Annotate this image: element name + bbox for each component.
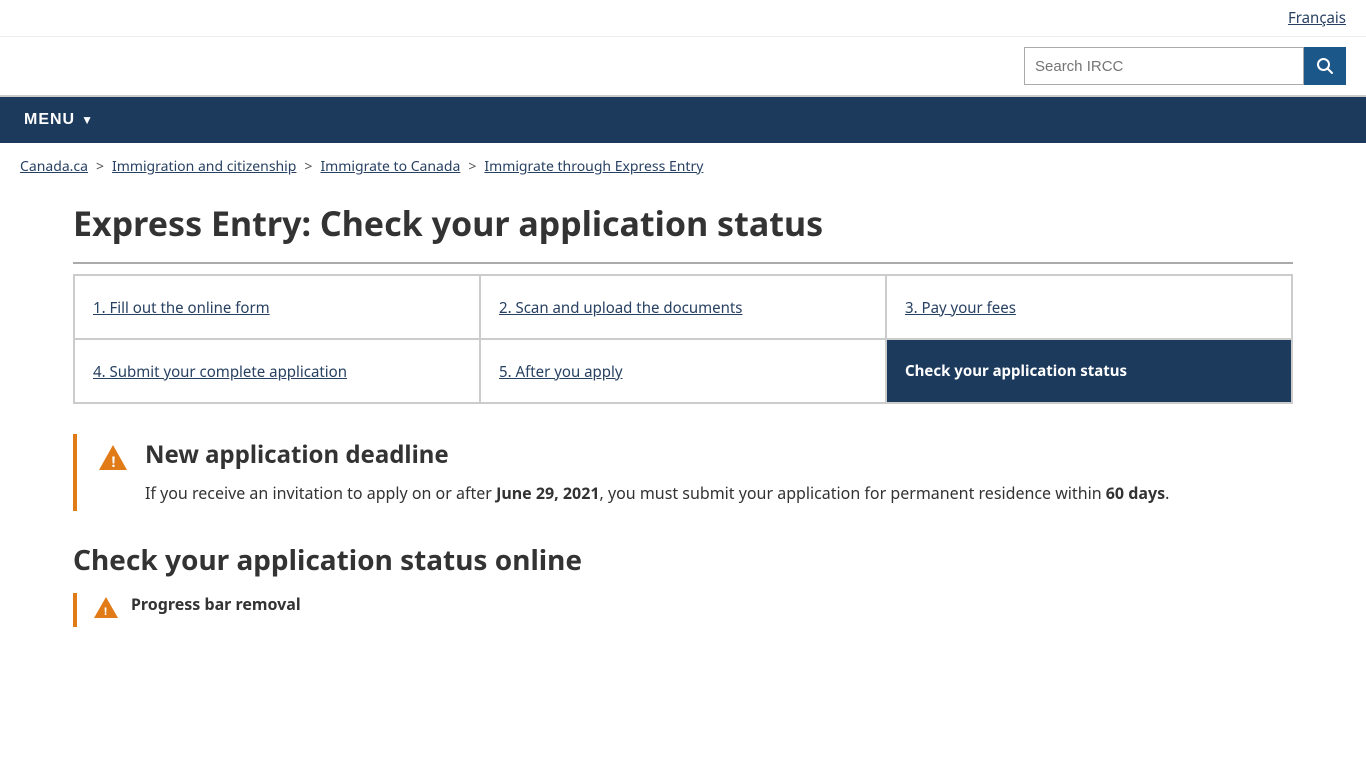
top-bar: Français: [0, 0, 1366, 37]
alert-text-before: If you receive an invitation to apply on…: [145, 482, 496, 504]
menu-button[interactable]: MENU ▼: [0, 97, 118, 143]
alert-bold-date: June 29, 2021: [496, 482, 599, 504]
step-4[interactable]: 4. Submit your complete application: [74, 339, 480, 403]
breadcrumb-item-3[interactable]: Immigrate through Express Entry: [484, 157, 703, 176]
chevron-down-icon: ▼: [81, 113, 94, 127]
step-2-link[interactable]: 2. Scan and upload the documents: [499, 298, 742, 318]
alert-box: ! New application deadline If you receiv…: [73, 434, 1293, 511]
breadcrumb-item-2[interactable]: Immigrate to Canada: [320, 157, 460, 176]
step-5-link[interactable]: 5. After you apply: [499, 362, 623, 382]
search-row: [0, 37, 1366, 97]
step-4-link[interactable]: 4. Submit your complete application: [93, 362, 347, 382]
step-1[interactable]: 1. Fill out the online form: [74, 275, 480, 339]
breadcrumb-sep-1: >: [304, 157, 312, 176]
menu-label: MENU: [24, 111, 75, 129]
svg-text:!: !: [112, 453, 116, 472]
sub-warning-icon: !: [93, 595, 119, 627]
step-active-label: Check your application status: [905, 361, 1127, 381]
breadcrumb-item-0[interactable]: Canada.ca: [20, 157, 88, 176]
step-3[interactable]: 3. Pay your fees: [886, 275, 1292, 339]
search-button[interactable]: [1304, 47, 1346, 85]
sub-alert: ! Progress bar removal: [73, 593, 1293, 627]
section-title: Check your application status online: [73, 541, 1293, 579]
alert-text: If you receive an invitation to apply on…: [145, 481, 1169, 507]
alert-text-middle: , you must submit your application for p…: [600, 482, 1106, 504]
step-1-link[interactable]: 1. Fill out the online form: [93, 298, 270, 318]
breadcrumb-sep-2: >: [468, 157, 476, 176]
steps-grid: 1. Fill out the online form 2. Scan and …: [73, 274, 1293, 404]
step-2[interactable]: 2. Scan and upload the documents: [480, 275, 886, 339]
sub-alert-label: Progress bar removal: [131, 593, 301, 615]
page-title: Express Entry: Check your application st…: [73, 200, 1293, 264]
search-input[interactable]: [1024, 47, 1304, 85]
breadcrumb: Canada.ca > Immigration and citizenship …: [0, 143, 1366, 190]
step-5[interactable]: 5. After you apply: [480, 339, 886, 403]
warning-icon: !: [97, 442, 129, 482]
svg-text:!: !: [104, 604, 107, 619]
breadcrumb-item-1[interactable]: Immigration and citizenship: [112, 157, 296, 176]
alert-content: New application deadline If you receive …: [145, 438, 1169, 507]
breadcrumb-sep-0: >: [96, 157, 104, 176]
alert-text-after: .: [1165, 482, 1169, 504]
main-content: Express Entry: Check your application st…: [53, 190, 1313, 667]
language-toggle[interactable]: Français: [1288, 8, 1346, 28]
menu-bar: MENU ▼: [0, 97, 1366, 143]
step-active[interactable]: Check your application status: [886, 339, 1292, 403]
step-3-link[interactable]: 3. Pay your fees: [905, 298, 1016, 318]
search-icon: [1316, 57, 1334, 75]
alert-bold-days: 60 days: [1106, 482, 1165, 504]
alert-title: New application deadline: [145, 438, 1169, 471]
